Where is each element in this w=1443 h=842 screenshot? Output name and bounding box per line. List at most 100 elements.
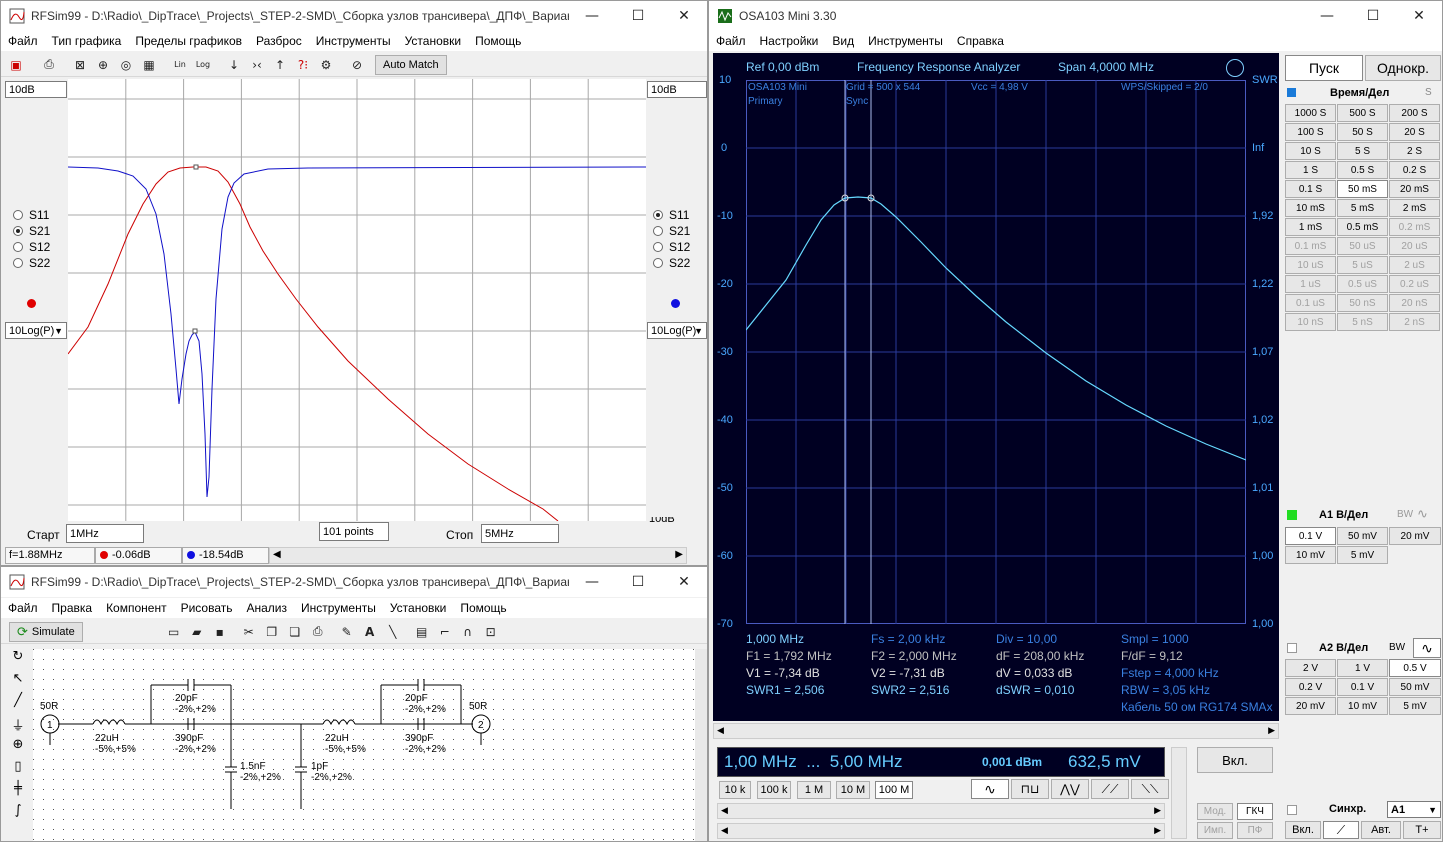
a2-10mv[interactable]: 10 mV [1337,697,1388,715]
wave-triangle-button[interactable]: ⋀⋁ [1051,779,1089,799]
time-5ns[interactable]: 5 nS [1337,313,1388,331]
menu-analysis[interactable]: Анализ [240,601,295,615]
left-radio-s21[interactable]: S21 [13,224,50,238]
capacitor-icon[interactable]: ╪ [5,781,31,803]
close-icon[interactable]: ✕ [1396,1,1442,31]
left-function-select[interactable]: 10Log(P) ▼ [5,322,67,339]
time-0.1us[interactable]: 0.1 uS [1285,294,1336,312]
sweep-gen-button[interactable]: ГКЧ [1237,803,1273,820]
generator-on-button[interactable]: Вкл. [1197,747,1273,773]
menu-tools[interactable]: Инструменты [309,34,398,48]
menu-help[interactable]: Справка [950,34,1011,48]
sync-channel-select[interactable]: A1 ▼ [1387,801,1441,818]
time-20s[interactable]: 20 S [1389,123,1440,141]
filter-button[interactable]: ПФ [1237,822,1273,839]
open-folder-icon[interactable]: ▰ [186,622,208,642]
scroll-right-icon[interactable]: ▶ [1268,725,1275,736]
a2-bw-wave-button[interactable]: ∿ [1413,638,1441,658]
time-10ms[interactable]: 10 mS [1285,199,1336,217]
scroll-left-icon[interactable]: ◀ [717,725,724,736]
step-100m-button[interactable]: 100 M [875,781,913,799]
right-radio-s22[interactable]: S22 [653,256,690,270]
minimize-icon[interactable]: — [1304,1,1350,31]
a1-bw-wave-icon[interactable]: ∿ [1417,506,1428,522]
time-1000s[interactable]: 1000 S [1285,104,1336,122]
rfsim-schematic-titlebar[interactable]: RFSim99 - D:\Radio\_DipTrace\_Projects\_… [1,567,707,597]
scroll-right-icon[interactable]: ▶ [1154,825,1161,836]
a2-2v[interactable]: 2 V [1285,659,1336,677]
start-freq-field[interactable]: 1MHz [66,524,144,543]
cut-icon[interactable]: ✂ [238,622,260,642]
left-scale-field[interactable]: 10dB [5,81,67,98]
step-100k-button[interactable]: 100 k [757,781,791,799]
new-icon[interactable]: ▣ [5,55,27,75]
a2-20mv[interactable]: 20 mV [1285,697,1336,715]
time-2ms[interactable]: 2 mS [1389,199,1440,217]
menu-file[interactable]: Файл [1,601,45,615]
copy-icon[interactable]: ❐ [261,622,283,642]
probe-icon[interactable]: ⊘ [346,55,368,75]
smith-icon[interactable]: ⊠ [69,55,91,75]
menu-view[interactable]: Вид [825,34,861,48]
s21-marker[interactable] [193,164,199,170]
inductor-icon[interactable]: ∩ [457,622,479,642]
menu-tolerance[interactable]: Разброс [249,34,309,48]
a1-20mv[interactable]: 20 mV [1389,527,1441,545]
menu-tools[interactable]: Инструменты [861,34,950,48]
a2-50mv[interactable]: 50 mV [1389,678,1441,696]
step-1m-button[interactable]: 1 M [797,781,831,799]
lin-icon[interactable]: Lin [169,55,191,75]
minimize-icon[interactable]: — [569,1,615,31]
time-50ns[interactable]: 50 nS [1337,294,1388,312]
maximize-icon[interactable]: ☐ [615,567,661,597]
time-10ns[interactable]: 10 nS [1285,313,1336,331]
time-200s[interactable]: 200 S [1389,104,1440,122]
close-icon[interactable]: ✕ [661,1,707,31]
sync-auto-button[interactable]: Авт. [1361,821,1401,839]
left-radio-s11[interactable]: S11 [13,208,49,222]
calculator-icon[interactable]: ▤ [411,622,433,642]
sync-on-button[interactable]: Вкл. [1285,821,1321,839]
a1-5mv[interactable]: 5 mV [1337,546,1388,564]
close-icon[interactable]: ✕ [661,567,707,597]
text-tool-icon[interactable]: A [359,622,381,642]
time-0.5us[interactable]: 0.5 uS [1337,275,1388,293]
sync-slope-button[interactable]: ⟋ [1323,821,1359,839]
schematic-vscroll[interactable] [695,649,707,841]
print-icon[interactable]: ⎙ [38,55,60,75]
probe-icon[interactable]: ⊡ [480,622,502,642]
log-icon[interactable]: Log [192,55,214,75]
simulate-button[interactable]: ⟳ Simulate [9,621,83,642]
time-50s[interactable]: 50 S [1337,123,1388,141]
paste-icon[interactable]: ❏ [284,622,306,642]
sync-tplus-button[interactable]: T+ [1403,821,1441,839]
s11-marker[interactable] [192,328,198,334]
osa-titlebar[interactable]: OSA103 Mini 3.30 — ☐ ✕ [709,1,1442,31]
menu-settings[interactable]: Установки [383,601,453,615]
time-5ms[interactable]: 5 mS [1337,199,1388,217]
time-20ms[interactable]: 20 mS [1389,180,1440,198]
sparam-plot[interactable] [68,79,646,521]
time-50ms[interactable]: 50 mS [1337,180,1388,198]
menu-graph-type[interactable]: Тип графика [45,34,129,48]
time-0.1ms[interactable]: 0.1 mS [1285,237,1336,255]
time-2s[interactable]: 2 S [1389,142,1440,160]
time-20us[interactable]: 20 uS [1389,237,1440,255]
settings-icon[interactable]: ⚙ [315,55,337,75]
time-2us[interactable]: 2 uS [1389,256,1440,274]
a2-5mv[interactable]: 5 mV [1389,697,1441,715]
clock-icon[interactable] [1226,59,1244,77]
right-radio-s21[interactable]: S21 [653,224,690,238]
time-10s[interactable]: 10 S [1285,142,1336,160]
scroll-right-icon[interactable]: ▶ [675,549,683,560]
menu-component[interactable]: Компонент [99,601,174,615]
coil-icon[interactable]: ∫ [5,803,31,825]
polar-icon[interactable]: ⊕ [92,55,114,75]
right-radio-s11[interactable]: S11 [653,208,689,222]
menu-edit[interactable]: Правка [45,601,100,615]
maximize-icon[interactable]: ☐ [1350,1,1396,31]
sync-checkbox[interactable] [1287,805,1297,815]
time-1ms[interactable]: 1 mS [1285,218,1336,236]
points-field[interactable]: 101 points [319,522,389,541]
time-1us[interactable]: 1 uS [1285,275,1336,293]
